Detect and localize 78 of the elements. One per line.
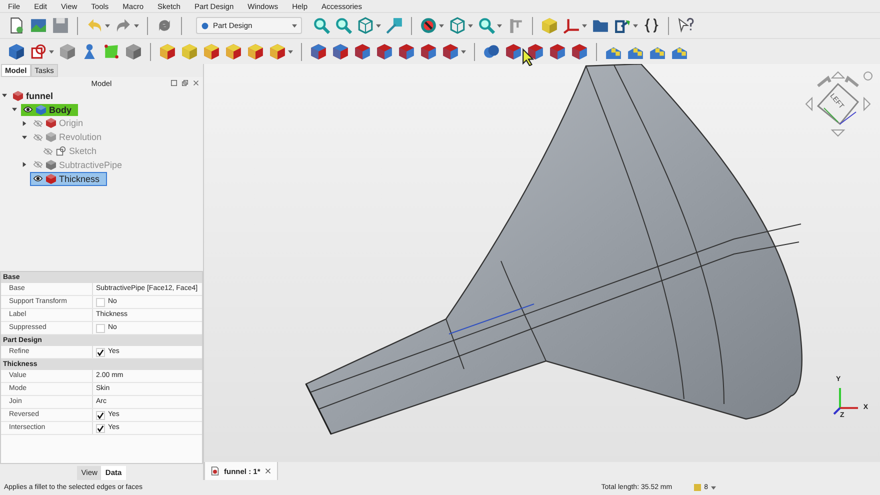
subtractive-primitive-icon[interactable] [442,43,459,60]
braces-icon[interactable] [643,17,660,34]
revolution-icon [46,132,56,142]
checkbox[interactable] [96,424,105,432]
tree-item[interactable]: funnel [26,90,53,101]
export-icon[interactable] [614,17,631,34]
loft-icon[interactable] [203,43,220,60]
wireframe-cube-icon[interactable] [357,17,374,34]
close-icon[interactable] [265,468,272,474]
caret-icon[interactable] [376,24,381,28]
refresh-icon[interactable] [156,17,173,34]
help-cursor-icon[interactable] [677,17,694,34]
sketch-icon[interactable] [30,43,47,60]
caret-icon[interactable] [461,50,466,54]
document-icon [211,466,219,476]
collapse-arrow-icon[interactable] [22,134,27,140]
fillet-icon[interactable] [505,43,522,60]
square-icon [694,484,702,491]
body-icon [36,104,46,115]
pocket-icon[interactable] [310,43,327,60]
mouse-cursor-icon [522,48,535,66]
restore-icon[interactable] [182,80,188,86]
shape-binder-icon[interactable] [103,43,120,60]
zoom-icon[interactable] [335,17,352,34]
expand-arrow-icon[interactable] [22,162,27,168]
subtractive-loft-icon[interactable] [376,43,393,60]
body-icon[interactable] [8,43,25,60]
subtractive-pipe-icon[interactable] [398,43,415,60]
subtractive-helix-icon[interactable] [420,43,437,60]
caret-icon[interactable] [711,486,716,490]
open-file-icon[interactable] [30,17,47,34]
folder-icon[interactable] [592,17,609,34]
hole-icon[interactable] [332,43,349,60]
caret-icon[interactable] [288,50,293,54]
collapse-arrow-icon[interactable] [2,93,7,98]
block-icon[interactable] [125,43,142,60]
pipe-icon [46,160,56,170]
groove-icon[interactable] [354,43,371,60]
document-icon [13,90,23,101]
float-icon[interactable] [171,80,177,86]
thickness-icon [46,174,56,184]
redo-icon[interactable] [115,17,132,34]
caret-icon[interactable] [49,50,54,54]
eye-icon[interactable] [33,175,43,182]
primitive-icon[interactable] [269,43,286,60]
save-icon[interactable] [52,17,69,34]
collapse-arrow-icon[interactable] [12,107,17,112]
caret-icon[interactable] [468,24,473,28]
axes-icon[interactable] [563,17,580,34]
caret-icon[interactable] [439,24,444,28]
checkbox[interactable] [96,410,105,420]
pad-icon[interactable] [159,43,176,60]
new-document-icon[interactable] [8,17,25,34]
helix-icon[interactable] [247,43,264,60]
boolean-spheres-icon[interactable] [483,43,500,60]
zoom-fit-icon[interactable] [313,17,330,34]
arrow-box-icon[interactable] [386,17,403,34]
caret-icon[interactable] [105,24,110,28]
chamfer-icon[interactable] [527,43,544,60]
caret-icon[interactable] [633,24,638,28]
no-entry-icon[interactable] [420,17,437,34]
sketch-icon [56,146,66,156]
pipe-icon[interactable] [225,43,242,60]
draft-icon[interactable] [549,43,566,60]
wireframe-cube-icon[interactable] [449,17,466,34]
origin-icon [46,118,56,128]
caret-icon[interactable] [497,24,502,28]
close-icon[interactable] [193,80,199,86]
eye-icon[interactable] [23,106,33,114]
expand-arrow-icon[interactable] [22,120,27,126]
block-icon[interactable] [59,43,76,60]
caret-icon[interactable] [134,24,139,28]
caret-icon [292,24,297,28]
caret-icon[interactable] [582,24,587,28]
checkbox[interactable] [96,348,105,356]
body-icon [201,22,209,30]
zoom-icon[interactable] [478,17,495,34]
thickness-icon[interactable] [571,43,588,60]
